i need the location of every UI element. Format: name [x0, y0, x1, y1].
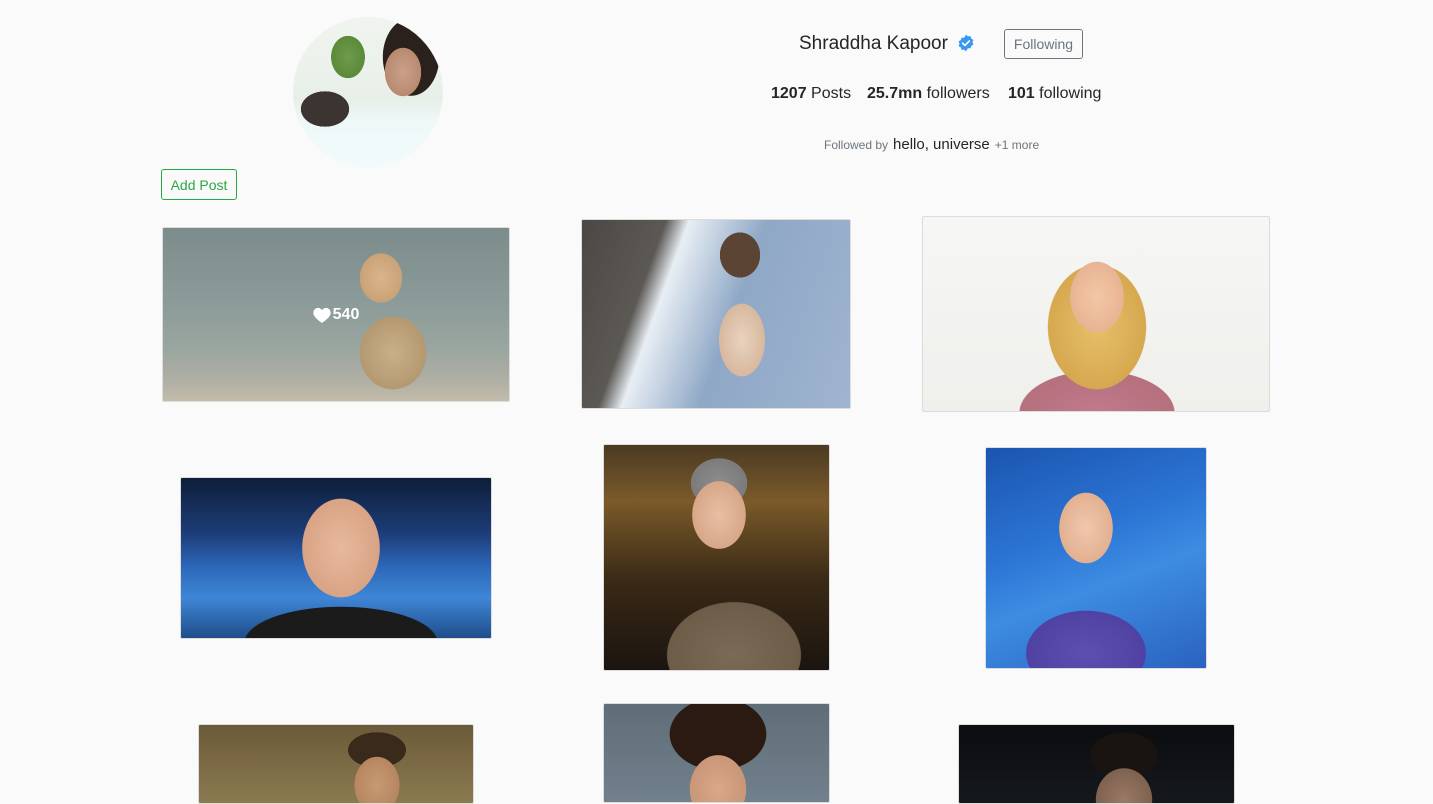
following-label: following: [1039, 85, 1102, 102]
post-tile[interactable]: [985, 447, 1207, 669]
following-stat[interactable]: 101 following: [1008, 85, 1101, 103]
following-button[interactable]: Following: [1004, 29, 1083, 59]
followed-by-more[interactable]: +1 more: [995, 138, 1039, 152]
followers-label: followers: [926, 85, 990, 102]
post-tile[interactable]: [198, 724, 474, 804]
post-tile[interactable]: 540: [162, 227, 510, 402]
post-tile[interactable]: [603, 444, 830, 671]
followed-by: Followed by hello, universe +1 more: [824, 136, 1039, 153]
followed-by-name[interactable]: hello, universe: [893, 136, 990, 153]
post-tile[interactable]: [603, 703, 830, 803]
post-tile[interactable]: [958, 724, 1235, 804]
following-count: 101: [1008, 85, 1035, 102]
profile-username: Shraddha Kapoor: [799, 33, 948, 54]
post-likes-count: 540: [332, 305, 360, 323]
followers-stat[interactable]: 25.7mn followers: [867, 85, 990, 103]
post-likes-overlay: 540: [163, 228, 509, 401]
post-tile[interactable]: [922, 216, 1270, 412]
post-tile[interactable]: [581, 219, 851, 409]
profile-avatar[interactable]: [293, 17, 443, 167]
heart-icon: [312, 307, 331, 323]
posts-stat: 1207 Posts: [771, 85, 851, 103]
followed-by-label: Followed by: [824, 138, 889, 152]
followers-count: 25.7mn: [867, 85, 923, 102]
posts-count: 1207: [771, 85, 807, 102]
posts-label: Posts: [811, 85, 852, 102]
post-tile[interactable]: [180, 477, 492, 639]
add-post-button[interactable]: Add Post: [161, 169, 237, 200]
verified-badge-icon: [958, 34, 974, 52]
